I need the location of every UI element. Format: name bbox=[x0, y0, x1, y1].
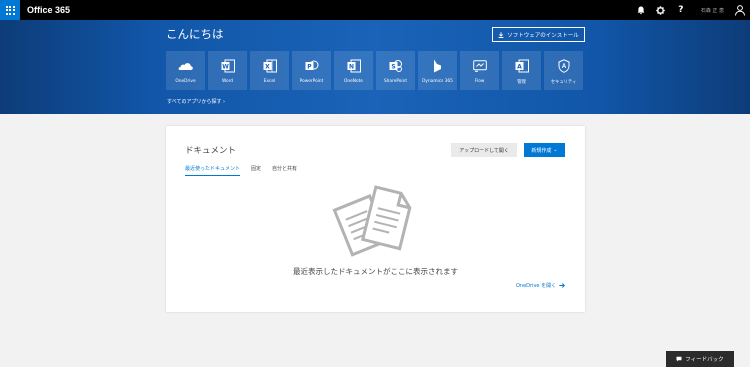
admin-icon: A bbox=[514, 58, 529, 73]
sharepoint-icon-letter: S bbox=[391, 63, 395, 70]
hero-banner: こんにちは ソフトウェアのインストール OneDrive W Word X Ex… bbox=[0, 20, 750, 114]
tab-shared-with-me[interactable]: 自分と共有 bbox=[272, 165, 297, 176]
brand-title[interactable]: Office 365 bbox=[27, 5, 70, 15]
upload-and-open-button[interactable]: アップロードして開く bbox=[451, 143, 517, 157]
gear-icon bbox=[656, 5, 666, 15]
all-apps-label: すべてのアプリから探す bbox=[167, 99, 222, 105]
onedrive-icon bbox=[178, 58, 193, 73]
tile-label: Dynamics 365 bbox=[422, 79, 453, 84]
feedback-label: フィードバック bbox=[685, 357, 724, 363]
tile-label: SharePoint bbox=[383, 79, 408, 84]
arrow-right-icon bbox=[559, 283, 566, 288]
onenote-icon: N bbox=[346, 58, 361, 73]
tile-label: OneDrive bbox=[175, 79, 196, 84]
install-software-button[interactable]: ソフトウェアのインストール bbox=[492, 27, 585, 42]
empty-state-message: 最近表示したドキュメントがここに表示されます bbox=[293, 267, 458, 276]
download-icon bbox=[498, 31, 504, 38]
dynamics-icon bbox=[430, 58, 445, 73]
documents-title: ドキュメント bbox=[185, 146, 237, 156]
flow-icon bbox=[472, 58, 487, 73]
chevron-down-icon: ⌄ bbox=[553, 147, 558, 153]
tile-powerpoint[interactable]: P PowerPoint bbox=[292, 51, 331, 90]
feedback-button[interactable]: フィードバック bbox=[666, 351, 734, 367]
tile-sharepoint[interactable]: S SharePoint bbox=[376, 51, 415, 90]
word-icon-letter: W bbox=[222, 63, 229, 70]
tile-label: セキュリティ bbox=[550, 80, 577, 85]
admin-icon-letter: A bbox=[517, 63, 522, 70]
tile-security[interactable]: セキュリティ bbox=[544, 51, 583, 90]
tile-onenote[interactable]: N OneNote bbox=[334, 51, 373, 90]
waffle-icon bbox=[5, 5, 15, 15]
tile-label: Word bbox=[221, 79, 234, 84]
greeting-heading: こんにちは bbox=[166, 27, 224, 41]
tile-label: OneNote bbox=[344, 79, 363, 84]
notifications-button[interactable] bbox=[631, 0, 651, 20]
tile-admin[interactable]: A 管理 bbox=[502, 51, 541, 90]
tab-pinned[interactable]: 固定 bbox=[251, 165, 261, 176]
tile-excel[interactable]: X Excel bbox=[250, 51, 289, 90]
tile-flow[interactable]: Flow bbox=[460, 51, 499, 90]
app-launcher-button[interactable] bbox=[0, 0, 20, 20]
open-onedrive-link[interactable]: OneDrive を開く bbox=[516, 282, 566, 289]
tile-label: 管理 bbox=[517, 80, 526, 85]
tab-recent[interactable]: 最近使ったドキュメント bbox=[185, 165, 241, 176]
security-icon bbox=[556, 58, 571, 73]
new-document-label: 新規作成 bbox=[531, 147, 552, 154]
onenote-icon-letter: N bbox=[348, 63, 353, 70]
all-apps-link[interactable]: すべてのアプリから探す › bbox=[167, 98, 225, 105]
open-onedrive-label: OneDrive を開く bbox=[516, 283, 557, 289]
word-icon: W bbox=[220, 58, 235, 73]
tile-label: Excel bbox=[263, 79, 276, 84]
tile-onedrive[interactable]: OneDrive bbox=[166, 51, 205, 90]
install-software-label: ソフトウェアのインストール bbox=[507, 32, 579, 39]
tile-dynamics[interactable]: Dynamics 365 bbox=[418, 51, 457, 90]
account-button[interactable] bbox=[730, 0, 750, 20]
top-bar: Office 365 ? 石森 正 恵 bbox=[0, 0, 750, 20]
document-tabs: 最近使ったドキュメント 固定 自分と共有 bbox=[185, 165, 297, 176]
tile-word[interactable]: W Word bbox=[208, 51, 247, 90]
settings-button[interactable] bbox=[651, 0, 671, 20]
help-button[interactable]: ? bbox=[671, 0, 691, 20]
user-name[interactable]: 石森 正 恵 bbox=[701, 7, 724, 14]
documents-card: ドキュメント アップロードして開く 新規作成 ⌄ 最近使ったドキュメント 固定 … bbox=[166, 126, 585, 312]
new-document-button[interactable]: 新規作成 ⌄ bbox=[524, 143, 565, 157]
powerpoint-icon: P bbox=[304, 58, 319, 73]
bell-icon bbox=[637, 6, 645, 14]
powerpoint-icon-letter: P bbox=[307, 63, 312, 70]
app-tiles: OneDrive W Word X Excel P PowerPoint N O… bbox=[166, 51, 583, 90]
chevron-right-icon: › bbox=[223, 99, 226, 105]
user-avatar-icon bbox=[735, 5, 745, 16]
excel-icon-letter: X bbox=[265, 63, 270, 70]
documents-illustration-icon bbox=[332, 185, 412, 257]
help-icon: ? bbox=[678, 5, 684, 15]
feedback-icon bbox=[676, 356, 682, 362]
sharepoint-icon: S bbox=[388, 58, 403, 73]
tile-label: PowerPoint bbox=[299, 79, 324, 84]
tile-label: Flow bbox=[474, 79, 485, 84]
excel-icon: X bbox=[262, 58, 277, 73]
